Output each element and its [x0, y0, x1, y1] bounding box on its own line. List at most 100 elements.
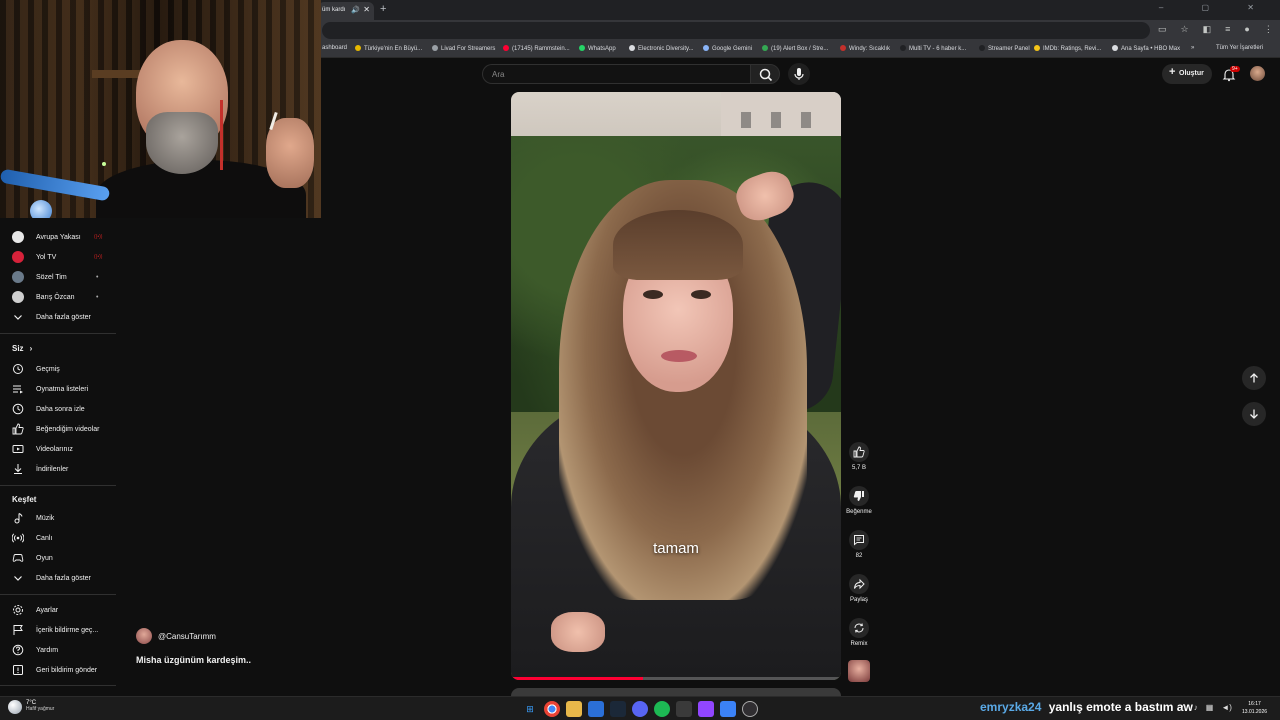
- volume-icon[interactable]: ◄): [1221, 703, 1232, 712]
- feedback-icon: [13, 665, 23, 675]
- account-avatar[interactable]: [1250, 66, 1265, 81]
- sidebar-item-label: Daha sonra izle: [36, 405, 85, 413]
- discord-icon[interactable]: [632, 701, 648, 717]
- system-tray: ^ ♪ ▦ ◄): [1182, 703, 1232, 712]
- tab-search-icon[interactable]: ≡: [1225, 24, 1230, 35]
- spotify-icon[interactable]: [654, 701, 670, 717]
- sidebar-item[interactable]: Müzik: [12, 511, 54, 525]
- new-tab-button[interactable]: +: [380, 3, 386, 15]
- mic-tray-icon[interactable]: ♪: [1194, 703, 1198, 712]
- sidebar-item[interactable]: İndirilenler: [12, 462, 68, 476]
- subscription-item[interactable]: Yol TV ((•)): [12, 250, 102, 264]
- bookmark-item[interactable]: Windy: Sıcaklık: [840, 45, 890, 52]
- steam-icon[interactable]: [610, 701, 626, 717]
- flag-icon: [13, 625, 23, 635]
- sidebar-item[interactable]: Daha sonra izle: [12, 402, 85, 416]
- network-icon[interactable]: ▦: [1206, 703, 1214, 712]
- bookmark-item[interactable]: Ana Sayfa • HBO Max: [1112, 45, 1180, 52]
- cast-icon[interactable]: ▭: [1158, 24, 1167, 35]
- next-short-button[interactable]: [1242, 402, 1266, 426]
- chrome-icon[interactable]: [544, 701, 560, 717]
- sidebar-item[interactable]: Oyun: [12, 551, 53, 565]
- explore-section-heading[interactable]: Keşfet: [12, 495, 36, 504]
- you-section-heading-label: Siz: [12, 344, 24, 353]
- video-progress-bar[interactable]: [511, 677, 841, 680]
- obs-icon[interactable]: [742, 701, 758, 717]
- search-icon: [759, 68, 773, 82]
- bookmark-item[interactable]: ashboard: [322, 45, 347, 51]
- share-label: Paylaş: [849, 597, 868, 603]
- profile-icon[interactable]: ●: [1244, 24, 1249, 35]
- search-button[interactable]: [750, 64, 780, 84]
- sidebar-item[interactable]: Geçmiş: [12, 362, 60, 376]
- clock[interactable]: 16:17 13.01.2026: [1242, 700, 1267, 716]
- search-input[interactable]: Ara: [482, 64, 750, 84]
- sidebar-item[interactable]: Yardım: [12, 643, 58, 657]
- show-more-subscriptions[interactable]: Daha fazla göster: [12, 310, 91, 324]
- app-icon-sky[interactable]: [720, 701, 736, 717]
- star-icon[interactable]: ☆: [1181, 24, 1189, 35]
- gaming-icon: [12, 554, 24, 562]
- bookmark-item[interactable]: (19) Alert Box / Stre...: [762, 45, 828, 52]
- calculator-icon[interactable]: [676, 701, 692, 717]
- sidebar-item[interactable]: Videolarınız: [12, 442, 73, 456]
- voice-search-button[interactable]: [788, 63, 810, 85]
- menu-icon[interactable]: ⋮: [1264, 24, 1273, 35]
- next-short-preview[interactable]: [511, 688, 841, 696]
- sidebar-item-label: Barış Özcan: [36, 293, 75, 301]
- notification-badge: 9+: [1230, 66, 1240, 72]
- channel-info[interactable]: @CansuTarımm: [136, 628, 216, 644]
- weather-widget[interactable]: 7°C Hafif yağmur: [8, 700, 54, 714]
- address-bar[interactable]: [322, 22, 1150, 39]
- comments-button[interactable]: 82: [846, 530, 872, 559]
- channel-avatar: [12, 231, 24, 243]
- bookmark-item[interactable]: Livad For Streamers: [432, 45, 495, 52]
- bookmark-item[interactable]: (17145) Rammstein...: [503, 45, 570, 52]
- speaker-icon[interactable]: 🔊: [351, 6, 360, 14]
- chevron-up-icon[interactable]: ^: [1182, 703, 1186, 712]
- bookmark-item[interactable]: Tüm Yer İşaretleri: [1216, 45, 1263, 51]
- share-button[interactable]: Paylaş: [846, 574, 872, 603]
- streaming-app-icon[interactable]: [698, 701, 714, 717]
- remix-button[interactable]: Remix: [846, 618, 872, 647]
- bookmark-item[interactable]: Türkiye'nin En Büyü...: [355, 45, 422, 52]
- like-button[interactable]: 5,7 B: [846, 442, 872, 471]
- app-icon-blue[interactable]: [588, 701, 604, 717]
- start-icon[interactable]: ⊞: [522, 701, 538, 717]
- sidebar-item[interactable]: Oynatma listeleri: [12, 382, 88, 396]
- thumbs-up-icon: [12, 423, 24, 435]
- create-button[interactable]: + Oluştur: [1162, 64, 1212, 84]
- bookmark-item[interactable]: WhatsApp: [579, 45, 616, 52]
- bookmark-item[interactable]: »: [1191, 45, 1194, 51]
- sidebar-item[interactable]: İçerik bildirme geç...: [12, 623, 98, 637]
- show-more-explore[interactable]: Daha fazla göster: [12, 571, 91, 585]
- sidebar-item[interactable]: Geri bildirim gönder: [12, 663, 97, 677]
- subscription-item[interactable]: Sözel Tim •: [12, 270, 98, 284]
- subscription-item[interactable]: Avrupa Yakası ((•)): [12, 230, 102, 244]
- shorts-video-player[interactable]: tamam: [511, 92, 841, 680]
- previous-short-button[interactable]: [1242, 366, 1266, 390]
- channel-avatar[interactable]: [136, 628, 152, 644]
- thumbs-down-icon: [853, 491, 864, 501]
- channel-name[interactable]: @CansuTarımm: [158, 632, 216, 641]
- bookmark-item[interactable]: Google Gemini: [703, 45, 752, 52]
- sidebar-item[interactable]: Ayarlar: [12, 603, 58, 617]
- browser-tab[interactable]: üm kardı 🔊 ✕: [318, 2, 374, 20]
- subscription-item[interactable]: Barış Özcan •: [12, 290, 98, 304]
- bookmark-item[interactable]: Electronic Diversity...: [629, 45, 694, 52]
- sidebar-item-label: Beğendiğim videolar: [36, 425, 100, 433]
- you-section-heading[interactable]: Siz ›: [12, 344, 32, 353]
- bookmark-item[interactable]: Streamer Panel: [979, 45, 1030, 52]
- sidebar-item[interactable]: Beğendiğim videolar: [12, 422, 99, 436]
- close-tab-icon[interactable]: ✕: [363, 5, 370, 14]
- window-controls[interactable]: – ▢ ✕: [1159, 3, 1272, 12]
- bookmark-item[interactable]: Multi TV - 6 haber k...: [900, 45, 966, 52]
- folder-icon[interactable]: [566, 701, 582, 717]
- help-icon: [12, 644, 24, 656]
- sound-thumbnail[interactable]: [848, 660, 870, 682]
- sidebar-item[interactable]: Canlı: [12, 531, 52, 545]
- bookmark-item[interactable]: IMDb: Ratings, Revi...: [1034, 45, 1101, 52]
- live-icon: [12, 533, 24, 543]
- dislike-button[interactable]: Beğenme: [846, 486, 872, 515]
- extensions-icon[interactable]: ◧: [1203, 24, 1212, 35]
